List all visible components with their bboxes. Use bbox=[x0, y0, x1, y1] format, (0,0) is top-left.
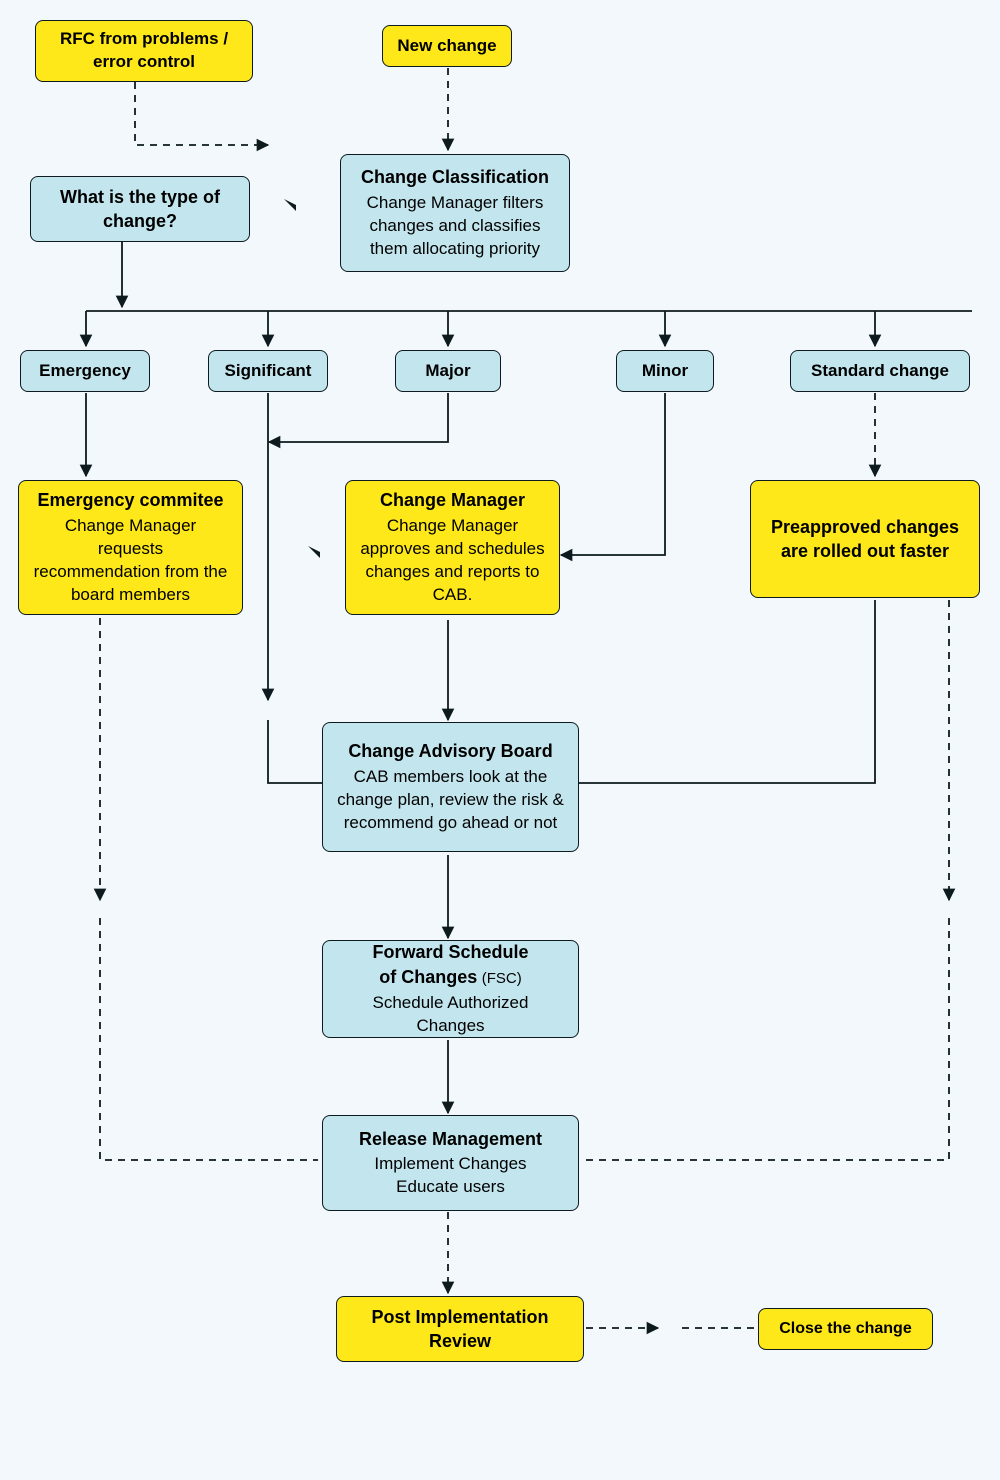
label: Emergency bbox=[35, 360, 135, 383]
label: Significant bbox=[223, 360, 313, 383]
box-change-classification: Change Classification Change Manager fil… bbox=[340, 154, 570, 272]
label: Major bbox=[410, 360, 486, 383]
box-change-manager: Change Manager Change Manager approves a… bbox=[345, 480, 560, 615]
box-rfc-source: RFC from problems / error control bbox=[35, 20, 253, 82]
box-post-implementation-review: Post Implementation Review bbox=[336, 1296, 584, 1362]
box-emergency-committee: Emergency commitee Change Manager reques… bbox=[18, 480, 243, 615]
label: What is the type of change? bbox=[45, 185, 235, 234]
box-preapproved: Preapproved changes are rolled out faste… bbox=[750, 480, 980, 598]
box-close-change: Close the change bbox=[758, 1308, 933, 1350]
box-category-major: Major bbox=[395, 350, 501, 392]
sublabel: Implement Changes Educate users bbox=[337, 1153, 564, 1199]
box-category-minor: Minor bbox=[616, 350, 714, 392]
sublabel: Change Manager filters changes and class… bbox=[355, 192, 555, 261]
box-new-change: New change bbox=[382, 25, 512, 67]
label: Emergency commitee bbox=[33, 488, 228, 512]
box-category-standard: Standard change bbox=[790, 350, 970, 392]
label: Release Management bbox=[337, 1127, 564, 1151]
box-cab: Change Advisory Board CAB members look a… bbox=[322, 722, 579, 852]
sublabel: Schedule Authorized Changes bbox=[337, 992, 564, 1038]
label: New change bbox=[397, 35, 497, 58]
sublabel: CAB members look at the change plan, rev… bbox=[337, 766, 564, 835]
label: Close the change bbox=[773, 1318, 918, 1340]
label: Forward Schedule of Changes (FSC) bbox=[337, 940, 564, 989]
box-category-significant: Significant bbox=[208, 350, 328, 392]
label: Change Manager bbox=[360, 488, 545, 512]
label: RFC from problems / error control bbox=[50, 28, 238, 74]
label: Standard change bbox=[805, 360, 955, 383]
label: Post Implementation Review bbox=[351, 1305, 569, 1354]
box-category-emergency: Emergency bbox=[20, 350, 150, 392]
label: Preapproved changes are rolled out faste… bbox=[765, 515, 965, 564]
sublabel: Change Manager requests recommendation f… bbox=[33, 515, 228, 607]
label: Change Classification bbox=[355, 165, 555, 189]
sublabel: Change Manager approves and schedules ch… bbox=[360, 515, 545, 607]
box-release-management: Release Management Implement Changes Edu… bbox=[322, 1115, 579, 1211]
box-fsc: Forward Schedule of Changes (FSC) Schedu… bbox=[322, 940, 579, 1038]
box-type-question: What is the type of change? bbox=[30, 176, 250, 242]
label: Change Advisory Board bbox=[337, 739, 564, 763]
label: Minor bbox=[631, 360, 699, 383]
